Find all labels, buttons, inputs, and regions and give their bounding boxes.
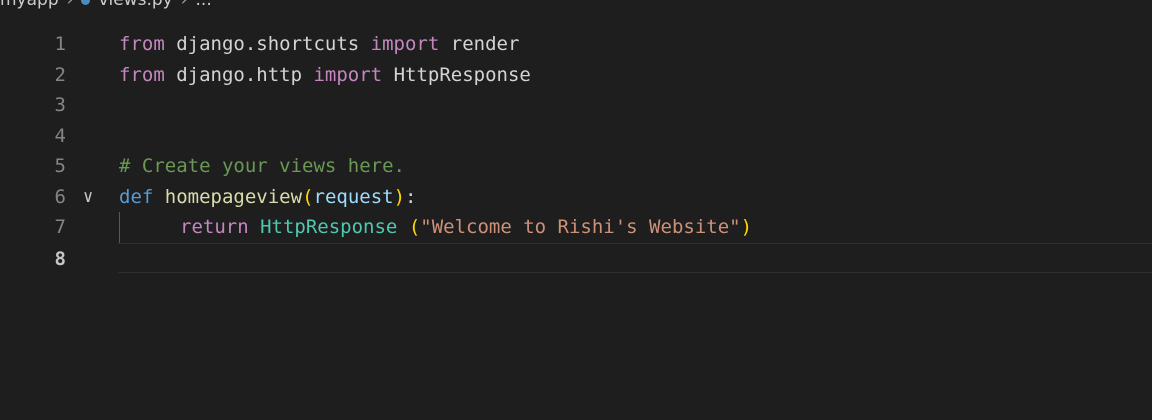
code-token: :	[405, 185, 417, 208]
code-text: from django.shortcuts import render	[119, 29, 519, 60]
code-token: (	[408, 216, 421, 238]
code-line[interactable]: 1 from django.shortcuts import render	[0, 29, 1152, 60]
code-token: import	[370, 33, 440, 55]
code-line[interactable]: 2 from django.http import HttpResponse	[0, 60, 1152, 91]
line-number: 1	[54, 33, 66, 55]
code-line[interactable]: 7 return HttpResponse ("Welcome to Rishi'…	[0, 212, 1152, 243]
code-token: request	[313, 185, 394, 208]
chevron-right-icon: ›	[66, 0, 74, 10]
breadcrumb-file[interactable]: views.py	[98, 0, 172, 11]
breadcrumb-symbol[interactable]: ...	[196, 0, 212, 11]
code-text: # Create your views here.	[119, 151, 405, 182]
code-token: )	[393, 185, 406, 208]
code-token: from	[119, 63, 165, 86]
code-line[interactable]: 5 # Create your views here.	[0, 151, 1152, 182]
code-text: from django.http import HttpResponse	[119, 60, 531, 91]
python-file-icon	[81, 0, 91, 5]
code-token: django.http	[164, 63, 314, 86]
line-number: 5	[54, 155, 66, 177]
line-number: 2	[54, 63, 66, 86]
indent-guide	[119, 212, 120, 243]
code-text: def homepageview(request):	[119, 182, 417, 213]
code-text: return HttpResponse ("Welcome to Rishi's…	[180, 212, 752, 243]
code-token: render	[439, 33, 520, 55]
line-number: 7	[54, 216, 66, 238]
code-token: homepageview	[164, 185, 303, 208]
line-number: 8	[54, 247, 66, 270]
code-line[interactable]: 4	[0, 121, 1152, 152]
code-token: )	[740, 216, 753, 238]
code-token: HttpResponse	[260, 216, 398, 238]
breadcrumb: myapp › views.py › ...	[0, 0, 212, 11]
code-token: "Welcome to Rishi's Website"	[420, 216, 741, 238]
line-number: 6	[54, 185, 66, 208]
line-number: 3	[54, 94, 66, 116]
code-token: def	[119, 185, 154, 208]
chevron-down-icon[interactable]: ∨	[83, 182, 93, 213]
code-token: # Create your views here.	[119, 155, 405, 177]
code-editor[interactable]: 1 from django.shortcuts import render 2 fro…	[0, 29, 1152, 273]
breadcrumb-folder[interactable]: myapp	[0, 0, 59, 11]
code-token: HttpResponse	[382, 63, 531, 86]
code-token: django.shortcuts	[164, 33, 371, 55]
code-token: return	[180, 216, 249, 238]
chevron-right-icon: ›	[180, 0, 188, 10]
code-line[interactable]: 3	[0, 90, 1152, 121]
code-token: (	[302, 185, 314, 208]
code-token: from	[119, 33, 165, 55]
line-number: 4	[54, 124, 66, 147]
code-line[interactable]: 8	[55, 242, 1152, 273]
code-line[interactable]: 6 ∨ def homepageview(request):	[0, 182, 1152, 213]
code-token: import	[313, 63, 383, 86]
